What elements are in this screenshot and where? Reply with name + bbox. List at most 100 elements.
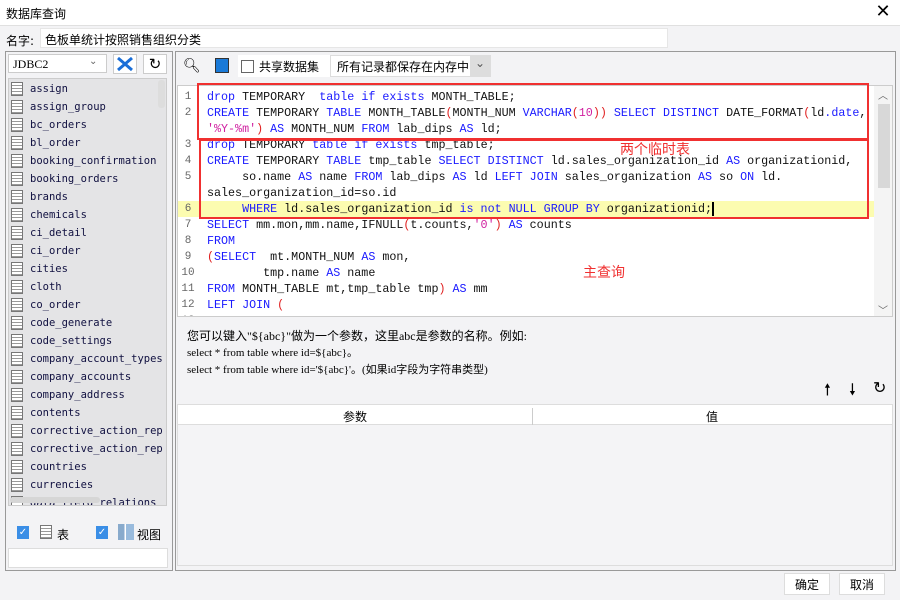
line-number: 7 — [184, 219, 192, 231]
show-views-checkbox[interactable]: ✓ — [96, 526, 108, 539]
table-list-item[interactable]: booking_orders — [11, 170, 119, 188]
table-name: cloth — [30, 281, 62, 293]
table-list-item[interactable]: ci_order — [11, 242, 81, 260]
code-token: name — [340, 266, 376, 280]
table-list-item[interactable]: cities — [11, 260, 68, 278]
table-list-item[interactable]: chemicals — [11, 206, 87, 224]
table-name: bc_orders — [30, 119, 87, 131]
table-name: contents — [30, 407, 81, 419]
table-name: company_account_types — [30, 353, 163, 365]
storage-mode-select[interactable]: 所有记录都保存在内存中 ⌄ — [330, 55, 491, 77]
column-header-value[interactable]: 值 — [534, 408, 890, 425]
code-token: mt.MONTH_NUM — [256, 250, 362, 264]
save-icon[interactable] — [215, 58, 229, 73]
table-list-item[interactable]: code_generate — [11, 314, 112, 332]
table-name: brands — [30, 191, 68, 203]
line-number: 4 — [184, 155, 192, 167]
code-line[interactable]: 12 LEFT JOIN ( — [178, 297, 875, 313]
code-line[interactable]: 10 tmp.name AS name — [178, 265, 875, 281]
table-list-item[interactable]: ci_detail — [11, 224, 87, 242]
column-header-param[interactable]: 参数 — [178, 408, 533, 425]
code-token: SELECT — [207, 218, 250, 232]
table-name: co_order — [30, 299, 81, 311]
table-icon — [11, 100, 23, 114]
name-input[interactable]: 色板单统计按照销售组织分类 — [40, 28, 668, 48]
code-token: MONTH_TABLE mt,tmp_table tmp — [235, 282, 439, 296]
list-scrollbar[interactable] — [158, 80, 165, 108]
share-dataset-label: 共享数据集 — [259, 59, 320, 74]
refresh-button[interactable]: ↻ — [143, 54, 167, 74]
parameter-table[interactable]: 参数 值 — [177, 404, 893, 566]
table-name: company_address — [30, 389, 125, 401]
close-icon[interactable]: ✕ — [872, 1, 894, 22]
table-list-item[interactable]: currencies — [11, 476, 93, 494]
show-views-label: 视图 — [137, 528, 162, 542]
line-number: 9 — [184, 251, 192, 263]
code-token: ) — [494, 218, 502, 232]
table-name: ci_detail — [30, 227, 87, 239]
table-list-item[interactable]: corrective_action_rep — [11, 422, 163, 440]
hint-line: 您可以键入"${abc}"做为一个参数，这里abc是参数的名称。例如: — [187, 329, 527, 343]
table-list-item[interactable]: corrective_action_rep — [11, 440, 163, 458]
table-list[interactable]: assign assign_group bc_orders bl_order booki… — [8, 78, 167, 506]
storage-mode-value: 所有记录都保存在内存中 — [337, 59, 470, 74]
code-token: AS — [508, 218, 523, 232]
table-list-item[interactable]: co_order — [11, 296, 81, 314]
table-list-item[interactable]: assign_group — [11, 98, 106, 116]
refresh-params-icon[interactable]: ↻ — [873, 378, 886, 397]
table-icon — [11, 244, 23, 258]
scroll-up-icon[interactable]: ︿ — [878, 87, 888, 102]
editor-scroll-thumb[interactable] — [878, 104, 890, 188]
code-token: mon, — [375, 250, 411, 264]
code-text: LEFT JOIN ( — [207, 297, 284, 313]
code-token: AS — [326, 266, 341, 280]
move-up-icon[interactable]: 🠕 — [824, 379, 831, 406]
code-text: FROM — [207, 233, 235, 249]
line-number: 5 — [184, 171, 192, 183]
table-list-item[interactable]: cloth — [11, 278, 62, 296]
code-line[interactable]: 8 FROM — [178, 233, 875, 249]
code-token: AS — [452, 282, 467, 296]
code-line[interactable]: 13 SELECT — [178, 313, 875, 316]
code-text: SELECT mm.mon,mm.name,IFNULL(t.counts,'0… — [207, 217, 572, 233]
table-icon — [11, 280, 23, 294]
ok-button[interactable]: 确定 — [784, 573, 830, 595]
table-icon — [11, 262, 23, 276]
window-title: 数据库查询 — [6, 7, 67, 21]
code-line[interactable]: 9 (SELECT mt.MONTH_NUM AS mon, — [178, 249, 875, 265]
scroll-down-icon[interactable]: ﹀ — [878, 302, 888, 316]
table-list-item[interactable]: company_accounts — [11, 368, 131, 386]
table-icon — [11, 460, 23, 474]
table-list-item[interactable]: company_address — [11, 386, 125, 404]
table-list-item[interactable]: assign — [11, 80, 68, 98]
line-number: 2 — [184, 107, 192, 119]
show-tables-checkbox[interactable]: ✓ — [17, 526, 29, 539]
code-line[interactable]: 11 FROM MONTH_TABLE mt,tmp_table tmp) AS … — [178, 281, 875, 297]
connection-select[interactable]: JDBC2 ⌄ — [8, 54, 107, 73]
move-down-icon[interactable]: 🠗 — [849, 379, 856, 406]
preview-icon[interactable]: 🔍︎ — [183, 58, 201, 74]
table-name: ci_order — [30, 245, 81, 257]
table-list-item[interactable]: code_settings — [11, 332, 112, 350]
table-list-item[interactable]: bl_order — [11, 134, 81, 152]
tools-button[interactable] — [113, 54, 137, 74]
table-icon — [11, 478, 23, 492]
temp-tables-annotation: 两个临时表 — [620, 142, 690, 158]
parameter-hint: 您可以键入"${abc}"做为一个参数，这里abc是参数的名称。例如: sele… — [187, 328, 527, 379]
table-list-item[interactable]: brands — [11, 188, 68, 206]
table-list-item[interactable]: booking_confirmation — [11, 152, 156, 170]
code-token: AS — [361, 250, 376, 264]
list-hscrollbar[interactable] — [10, 497, 100, 503]
cancel-button[interactable]: 取消 — [839, 573, 885, 595]
table-list-item[interactable]: countries — [11, 458, 87, 476]
code-line[interactable]: 7 SELECT mm.mon,mm.name,IFNULL(t.counts,'… — [178, 217, 875, 233]
table-name: chemicals — [30, 209, 87, 221]
table-list-item[interactable]: bc_orders — [11, 116, 87, 134]
share-dataset-checkbox[interactable] — [241, 59, 254, 73]
table-filter-input[interactable] — [8, 548, 168, 568]
table-icon — [11, 388, 23, 402]
table-list-item[interactable]: company_account_types — [11, 350, 163, 368]
table-list-item[interactable]: contents — [11, 404, 81, 422]
table-name: code_generate — [30, 317, 113, 329]
